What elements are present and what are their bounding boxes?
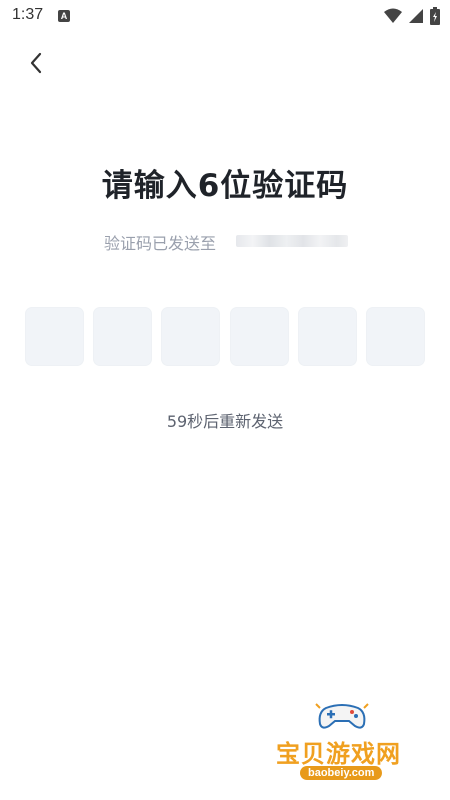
code-digit-box-1[interactable] — [25, 307, 84, 366]
chevron-left-icon — [30, 52, 42, 74]
code-digit-box-5[interactable] — [297, 307, 357, 366]
code-digit-box-3[interactable] — [161, 307, 221, 366]
verification-code-input[interactable] — [25, 307, 425, 367]
watermark-brand: 宝贝游戏网 — [276, 740, 401, 768]
status-icons — [384, 7, 440, 25]
code-digit-box-4[interactable] — [229, 307, 289, 366]
signal-icon — [409, 9, 423, 23]
masked-phone-number — [236, 235, 348, 247]
battery-icon — [430, 7, 440, 25]
back-button[interactable] — [20, 47, 52, 79]
status-bar: 1:37 A — [0, 0, 450, 32]
status-time: 1:37 — [12, 6, 44, 23]
notification-icon: A — [58, 10, 70, 22]
code-digit-box-6[interactable] — [365, 307, 425, 366]
wifi-icon — [384, 8, 402, 23]
watermark-url: baobeiy.com — [300, 766, 383, 780]
watermark-logo: 宝贝游戏网 baobeiy.com — [272, 700, 422, 800]
sent-to-label: 验证码已发送至 — [104, 234, 217, 253]
code-digit-box-2[interactable] — [93, 307, 153, 366]
page-title: 请输入6位验证码 — [101, 168, 349, 204]
resend-countdown: 59秒后重新发送 — [166, 412, 284, 431]
gamepad-icon — [315, 703, 369, 729]
